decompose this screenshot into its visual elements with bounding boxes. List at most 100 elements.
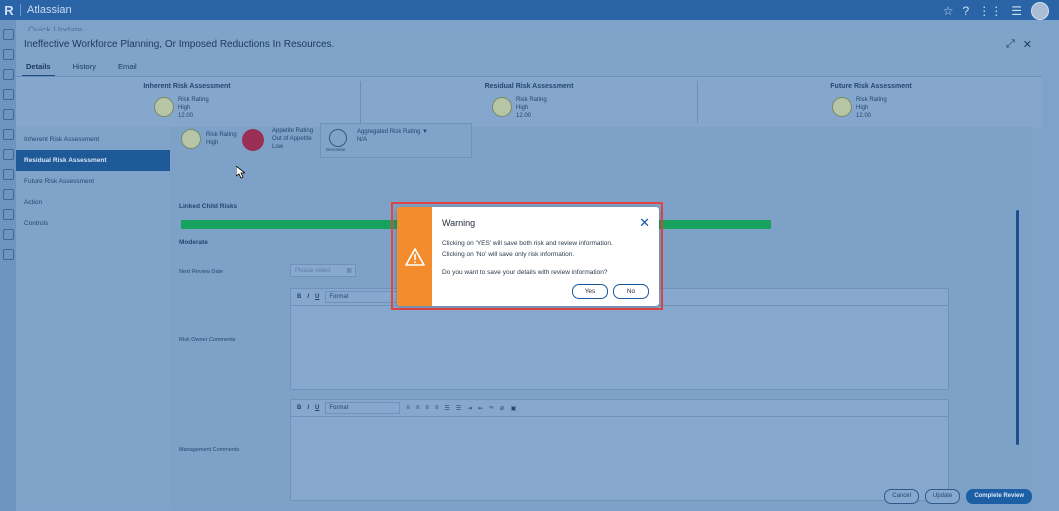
add-icon[interactable] <box>2 29 14 40</box>
warning-dialog: Warning ✕ Clicking on 'YES' will save bo… <box>397 207 659 306</box>
chart-icon[interactable] <box>2 109 14 120</box>
warning-strip <box>397 207 432 306</box>
risk-rating-value: High <box>206 140 219 146</box>
help-icon[interactable]: ? <box>963 4 970 18</box>
tab-details[interactable]: Details <box>22 60 55 77</box>
align-right-icon[interactable]: ≡ <box>425 405 429 411</box>
management-comments-editor[interactable]: B I U Format ≡ ≡ ≡ ≡ ☰ ☰ ⇥ ⇤ ∞ ⊘ ▣ <box>290 399 949 501</box>
footer-actions: Cancel Update Complete Review <box>884 489 1032 504</box>
document-icon[interactable] <box>2 149 14 160</box>
nav-inherent[interactable]: Inherent Risk Assessment <box>16 129 170 150</box>
link-icon[interactable]: ∞ <box>489 405 493 411</box>
users-icon[interactable] <box>2 69 14 80</box>
monitor-icon[interactable] <box>2 229 14 240</box>
dashboard-icon[interactable] <box>2 49 14 60</box>
star-icon[interactable]: ☆ <box>943 4 954 18</box>
bullet-list-icon[interactable]: ☰ <box>444 405 449 412</box>
align-left-icon[interactable]: ≡ <box>406 405 410 411</box>
expand-icon[interactable]: ⤢ <box>1006 38 1015 51</box>
owner-comments-label: Risk Owner Comments <box>179 337 236 343</box>
format-select[interactable]: Format <box>325 402 401 414</box>
rating-label: Risk Rating <box>856 97 887 103</box>
residual-rating: Risk Rating High 12.00 <box>516 96 547 120</box>
nav-action[interactable]: Action <box>16 192 170 213</box>
update-button[interactable]: Update <box>924 489 961 504</box>
no-button[interactable]: No <box>613 284 649 299</box>
tab-email[interactable]: Email <box>114 60 141 77</box>
avatar[interactable] <box>1031 2 1049 20</box>
top-bar: R Atlassian ☆ ? ⋮⋮ ☰ <box>0 0 1059 20</box>
apps-grid-icon[interactable]: ⋮⋮ <box>978 4 1002 18</box>
report-icon[interactable] <box>2 169 14 180</box>
management-comments-label: Management Comments <box>179 447 240 453</box>
next-review-date-input[interactable]: Please select ▦ <box>290 264 356 277</box>
cancel-button[interactable]: Cancel <box>884 489 919 504</box>
divider <box>697 81 698 123</box>
dialog-line-1: Clicking on 'YES' will save both risk an… <box>442 240 613 247</box>
close-icon[interactable]: ✕ <box>639 215 650 231</box>
format-select[interactable]: Format <box>325 291 401 303</box>
nav-future[interactable]: Future Risk Assessment <box>16 171 170 192</box>
trend-caption: Decrease <box>326 147 346 152</box>
search-icon[interactable] <box>2 129 14 140</box>
linked-child-risks-label: Linked Child Risks <box>179 203 238 210</box>
rating-value: High <box>516 105 529 111</box>
mouse-cursor-icon <box>235 165 247 184</box>
future-summary: Future Risk Assessment Risk Rating High … <box>700 77 1042 128</box>
nav-controls[interactable]: Controls <box>16 213 170 234</box>
chevron-down-icon[interactable]: ▼ <box>422 129 428 135</box>
inherent-rating: Risk Rating High 12.00 <box>178 96 209 120</box>
rating-score: 12.00 <box>856 113 872 119</box>
workflow-icon[interactable] <box>2 189 14 200</box>
brand-name[interactable]: Atlassian <box>27 4 72 16</box>
bold-button[interactable]: B <box>297 294 301 300</box>
nav-residual[interactable]: Residual Risk Assessment <box>16 150 170 171</box>
menu-icon[interactable]: ☰ <box>1011 4 1022 18</box>
aggregated-rating: Aggregated Risk Rating ▼ N/A <box>357 128 428 144</box>
app-logo[interactable]: R <box>2 0 16 20</box>
image-icon[interactable]: ▣ <box>511 405 517 412</box>
residual-heading: Residual Risk Assessment <box>484 83 574 90</box>
residual-content: Risk Rating High Appetite Rating Out of … <box>170 123 1032 510</box>
outdent-icon[interactable]: ⇤ <box>478 405 483 412</box>
divider <box>20 4 21 16</box>
italic-button[interactable]: I <box>307 294 309 300</box>
alert-icon[interactable] <box>2 89 14 100</box>
justify-icon[interactable]: ≡ <box>435 405 439 411</box>
indent-icon[interactable]: ⇥ <box>467 405 472 412</box>
appetite-label: Appetite Rating <box>272 128 314 134</box>
underline-button[interactable]: U <box>315 405 319 411</box>
rating-label: Risk Rating <box>516 97 547 103</box>
warning-icon <box>405 248 425 266</box>
aggregated-value: N/A <box>357 137 368 143</box>
trend-icon <box>329 129 347 147</box>
close-icon[interactable]: ✕ <box>1023 38 1032 51</box>
dialog-line-2: Clicking on 'No' will save only risk inf… <box>442 251 575 258</box>
rating-score: 12.00 <box>178 113 194 119</box>
yes-button[interactable]: Yes <box>572 284 608 299</box>
aggregated-rating-box[interactable]: Decrease Aggregated Risk Rating ▼ N/A <box>320 123 472 158</box>
tab-history[interactable]: History <box>69 60 100 77</box>
bold-button[interactable]: B <box>297 405 301 411</box>
future-heading: Future Risk Assessment <box>830 83 912 90</box>
scrollbar[interactable] <box>1016 210 1019 445</box>
calendar-icon[interactable]: ▦ <box>346 265 352 278</box>
dialog-question: Do you want to save your details with re… <box>442 269 608 276</box>
table-icon[interactable] <box>2 209 14 220</box>
rating-label: Risk Rating <box>178 97 209 103</box>
panel-tabs: Details History Email <box>22 60 141 77</box>
next-review-label: Next Review Date <box>179 269 224 275</box>
rating-value: High <box>856 105 869 111</box>
top-icons: ☆ ? ⋮⋮ ☰ <box>943 2 1049 20</box>
archive-icon[interactable] <box>2 249 14 260</box>
risk-rating: Risk Rating High <box>206 131 237 147</box>
underline-button[interactable]: U <box>315 294 319 300</box>
appetite-status: Out of Appetite <box>272 136 312 142</box>
align-center-icon[interactable]: ≡ <box>416 405 420 411</box>
panel-title: Ineffective Workforce Planning, Or Impos… <box>24 39 335 50</box>
numbered-list-icon[interactable]: ☰ <box>456 405 461 412</box>
unlink-icon[interactable]: ⊘ <box>500 405 505 412</box>
complete-review-button[interactable]: Complete Review <box>966 489 1032 504</box>
italic-button[interactable]: I <box>307 405 309 411</box>
future-rating: Risk Rating High 12.00 <box>856 96 887 120</box>
